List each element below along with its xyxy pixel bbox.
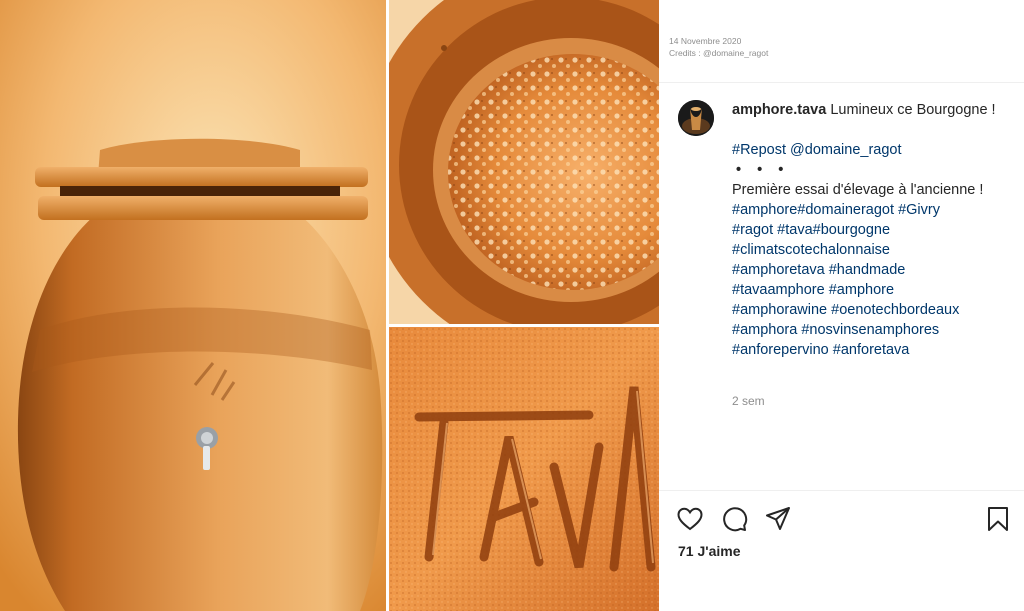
divider [659,82,1024,83]
amphora-jar-photo[interactable] [0,0,386,611]
tava-engraving-photo[interactable] [389,327,659,611]
divider [659,490,1024,491]
share-icon[interactable] [764,505,792,533]
caption: amphore.tava Lumineux ce Bourgogne ! #Re… [732,100,1014,360]
post-meta: 14 Novembre 2020 Credits : @domaine_rago… [669,35,768,59]
hashtag-link[interactable]: #tava#bourgogne [777,222,890,238]
caption-first: Lumineux ce Bourgogne ! [830,102,996,118]
hashtag-link[interactable]: #Givry [898,202,940,218]
hashtag-link[interactable]: #nosvinsenamphores [801,322,939,338]
likes-count[interactable]: 71 J'aime [678,543,741,559]
heart-icon[interactable] [676,505,704,533]
hashtag-link[interactable]: #tavaamphore [732,282,825,298]
mention-link[interactable]: @domaine_ragot [790,142,901,158]
post-image-collage[interactable] [0,0,659,611]
hashtag-link[interactable]: #amphore [829,282,894,298]
caption-second: Première essai d'élevage à l'ancienne ! [732,182,984,198]
post-detail-panel: 14 Novembre 2020 Credits : @domaine_rago… [659,0,1024,611]
post-date: 14 Novembre 2020 [669,36,742,46]
hashtag-link[interactable]: #handmade [829,262,906,278]
avatar[interactable] [678,100,714,136]
username-link[interactable]: amphore.tava [732,102,826,118]
bookmark-icon[interactable] [984,505,1012,533]
hashtag-link[interactable]: #anforetava [833,342,910,358]
post-credits: Credits : @domaine_ragot [669,48,769,58]
hashtag-link[interactable]: #amphoretava [732,262,825,278]
hashtag-link[interactable]: #Repost [732,142,786,158]
post-actions [676,505,1016,533]
hashtag-link[interactable]: #oenotechbordeaux [831,302,959,318]
hashtag-link[interactable]: #climatscotechalonnaise [732,242,890,258]
hashtag-link[interactable]: #amphorawine [732,302,827,318]
comment-icon[interactable] [720,505,748,533]
hashtag-link[interactable]: #amphora [732,322,797,338]
caption-dots: • • • [736,162,790,178]
hashtag-link[interactable]: #ragot [732,222,773,238]
post-timestamp[interactable]: 2 sem [732,394,765,408]
hashtag-link[interactable]: #amphore#domaineragot [732,202,894,218]
fermenting-wine-photo[interactable] [389,0,659,324]
hashtag-link[interactable]: #anforepervino [732,342,829,358]
